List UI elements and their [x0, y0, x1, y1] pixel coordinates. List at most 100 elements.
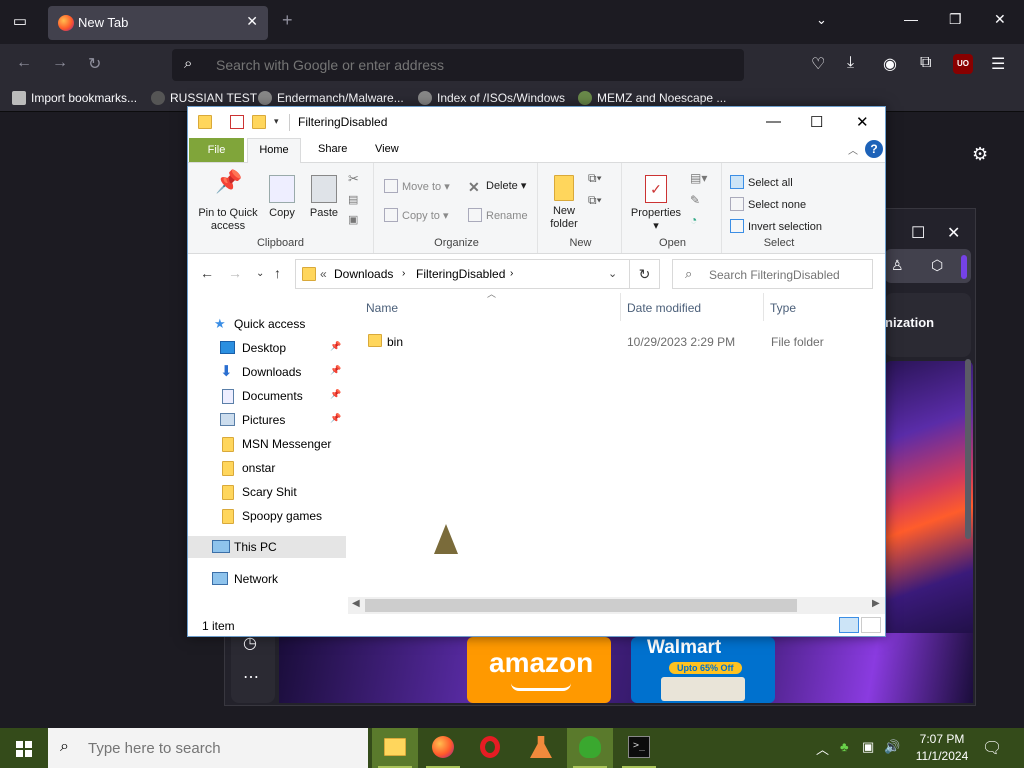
bookmark-isos[interactable]: Index of /ISOs/Windows — [418, 91, 565, 105]
chevron-down-icon[interactable]: ⌄ — [608, 267, 617, 280]
new-folder-button[interactable]: New folder — [544, 175, 584, 231]
up-icon[interactable]: ↑ — [274, 265, 281, 281]
easy-access-icon[interactable]: ⧉▾ — [588, 193, 602, 208]
nav-quick-access[interactable]: ★ Quick access — [188, 313, 346, 335]
account-icon[interactable]: ◉ — [883, 54, 897, 74]
copy-button[interactable]: Copy — [264, 175, 300, 220]
taskbar-firefox[interactable] — [420, 728, 466, 768]
walmart-shortcut[interactable]: Walmart Upto 65% Off — [631, 637, 775, 703]
chevron-right-icon[interactable]: › — [402, 268, 405, 279]
downloads-icon[interactable]: ⤓ — [847, 54, 854, 72]
taskbar-search[interactable]: ⌕ — [48, 728, 368, 768]
pin-icon[interactable]: 📌 — [330, 365, 341, 376]
new-folder-quick-icon[interactable] — [252, 115, 266, 129]
nav-scary-shit[interactable]: Scary Shit — [188, 481, 346, 503]
explorer-title-bar[interactable]: ▾ FilteringDisabled — ☐ ✕ — [188, 107, 885, 138]
select-all-button[interactable]: Select all — [730, 175, 793, 189]
bookmark-import[interactable]: Import bookmarks... — [12, 91, 137, 105]
help-icon[interactable]: ? — [865, 140, 883, 158]
nav-spoopy-games[interactable]: Spoopy games — [188, 505, 346, 527]
breadcrumb-downloads[interactable]: Downloads — [334, 267, 393, 281]
scroll-left-icon[interactable]: ◀ — [352, 598, 360, 609]
pin-icon[interactable]: 📌 — [330, 389, 341, 400]
close-window-icon[interactable]: ✕ — [994, 11, 1006, 28]
breadcrumb-filteringdisabled[interactable]: FilteringDisabled — [416, 267, 505, 281]
volume-icon[interactable]: 🔊 — [884, 739, 900, 755]
collapse-ribbon-icon[interactable]: ︿ — [848, 142, 858, 157]
cube-icon[interactable]: ⬡ — [931, 257, 943, 274]
pin-icon[interactable]: 📌 — [330, 413, 341, 424]
recent-locations-icon[interactable]: ⌄ — [256, 268, 264, 279]
cut-icon[interactable]: ✂ — [348, 171, 359, 187]
large-icons-view-icon[interactable] — [861, 617, 881, 633]
notifications-icon[interactable]: 🗨 — [982, 738, 1002, 758]
close-panel-icon[interactable]: ✕ — [947, 223, 960, 243]
msn-tray-icon[interactable]: ♣ — [840, 739, 849, 754]
taskbar-opera[interactable] — [468, 728, 514, 768]
refresh-button[interactable]: ↻ — [630, 259, 660, 289]
search-box[interactable]: ⌕ — [672, 259, 873, 289]
table-row[interactable]: bin 10/29/2023 2:29 PM File folder — [352, 293, 885, 353]
delete-button[interactable]: ✕ Delete ▾ — [468, 179, 526, 195]
copy-to-button[interactable]: Copy to ▾ — [384, 208, 449, 222]
scroll-right-icon[interactable]: ▶ — [872, 598, 880, 609]
history-icon[interactable]: ◔ — [690, 213, 697, 227]
reload-icon[interactable]: ↻ — [88, 54, 101, 74]
minimize-icon[interactable]: — — [766, 113, 781, 130]
select-none-button[interactable]: Select none — [730, 197, 806, 211]
panel-scrollbar[interactable] — [965, 359, 971, 539]
chevron-down-icon[interactable]: ⌄ — [816, 12, 827, 28]
url-input[interactable] — [216, 55, 716, 75]
nav-this-pc[interactable]: This PC — [188, 536, 346, 558]
bookmark-russian-test[interactable]: RUSSIAN TEST — [151, 91, 257, 105]
new-item-icon[interactable]: ⧉▾ — [588, 171, 602, 186]
nav-network[interactable]: Network — [188, 568, 346, 590]
paste-button[interactable]: Paste — [306, 175, 342, 220]
nav-msn-messenger[interactable]: MSN Messenger — [188, 433, 346, 455]
taskbar-terminal[interactable]: >_ — [616, 728, 662, 768]
new-tab-icon[interactable]: + — [282, 10, 293, 31]
rename-button[interactable]: Rename — [468, 208, 528, 222]
minimize-icon[interactable]: — — [904, 11, 918, 27]
forward-icon[interactable]: → — [52, 54, 68, 72]
ublock-extension-icon[interactable]: UO — [953, 54, 973, 74]
more-icon[interactable]: ⋯ — [243, 667, 259, 687]
pin-icon[interactable]: 📌 — [330, 341, 341, 352]
close-icon[interactable]: ✕ — [856, 113, 869, 131]
search-input[interactable] — [709, 266, 869, 284]
maximize-icon[interactable]: ☐ — [810, 113, 823, 131]
taskbar-flask-app[interactable] — [518, 728, 564, 768]
list-all-tabs-icon[interactable]: ▭ — [10, 12, 30, 32]
taskbar-search-input[interactable] — [88, 738, 358, 758]
properties-button[interactable]: ✓ Properties ▾ — [628, 175, 684, 233]
amazon-shortcut[interactable]: amazon — [467, 637, 611, 703]
pin-to-quick-access-button[interactable]: 📌 Pin to Quick access — [196, 171, 260, 233]
move-to-button[interactable]: Move to ▾ — [384, 179, 450, 193]
nav-downloads[interactable]: ⬇ Downloads 📌 — [188, 361, 346, 383]
edit-icon[interactable]: ✎ — [690, 193, 700, 207]
taskbar-file-explorer[interactable] — [372, 728, 418, 768]
bookmark-endermanch[interactable]: Endermanch/Malware... — [258, 91, 404, 105]
taskbar-clock[interactable]: 7:07 PM 11/1/2024 — [912, 731, 972, 765]
network-tray-icon[interactable]: ▣ — [862, 739, 874, 755]
open-icon[interactable]: ▤▾ — [690, 171, 707, 185]
tab-file[interactable]: File — [189, 138, 244, 162]
back-icon[interactable]: ← — [16, 54, 32, 72]
bookmark-memz[interactable]: MEMZ and Noescape ... — [578, 91, 726, 105]
customize-toolbar-icon[interactable]: ▾ — [274, 116, 279, 127]
back-icon[interactable]: ← — [200, 265, 214, 281]
chevron-right-icon[interactable]: › — [510, 268, 513, 279]
tab-home[interactable]: Home — [247, 138, 301, 163]
panel-card[interactable]: nization — [885, 293, 971, 357]
restore-icon[interactable]: ❐ — [949, 11, 962, 28]
details-view-icon[interactable] — [839, 617, 859, 633]
address-bar[interactable]: « Downloads › FilteringDisabled › ⌄ — [295, 259, 630, 289]
copy-path-icon[interactable]: ▤ — [348, 193, 358, 206]
extensions-icon[interactable]: ⧉ — [920, 54, 931, 72]
horizontal-scrollbar[interactable]: ◀ ▶ — [348, 597, 885, 614]
start-button[interactable] — [0, 728, 48, 768]
tab-view[interactable]: View — [375, 143, 399, 155]
invert-selection-button[interactable]: Invert selection — [730, 219, 822, 233]
nav-documents[interactable]: Documents 📌 — [188, 385, 346, 407]
tab-share[interactable]: Share — [318, 143, 347, 155]
